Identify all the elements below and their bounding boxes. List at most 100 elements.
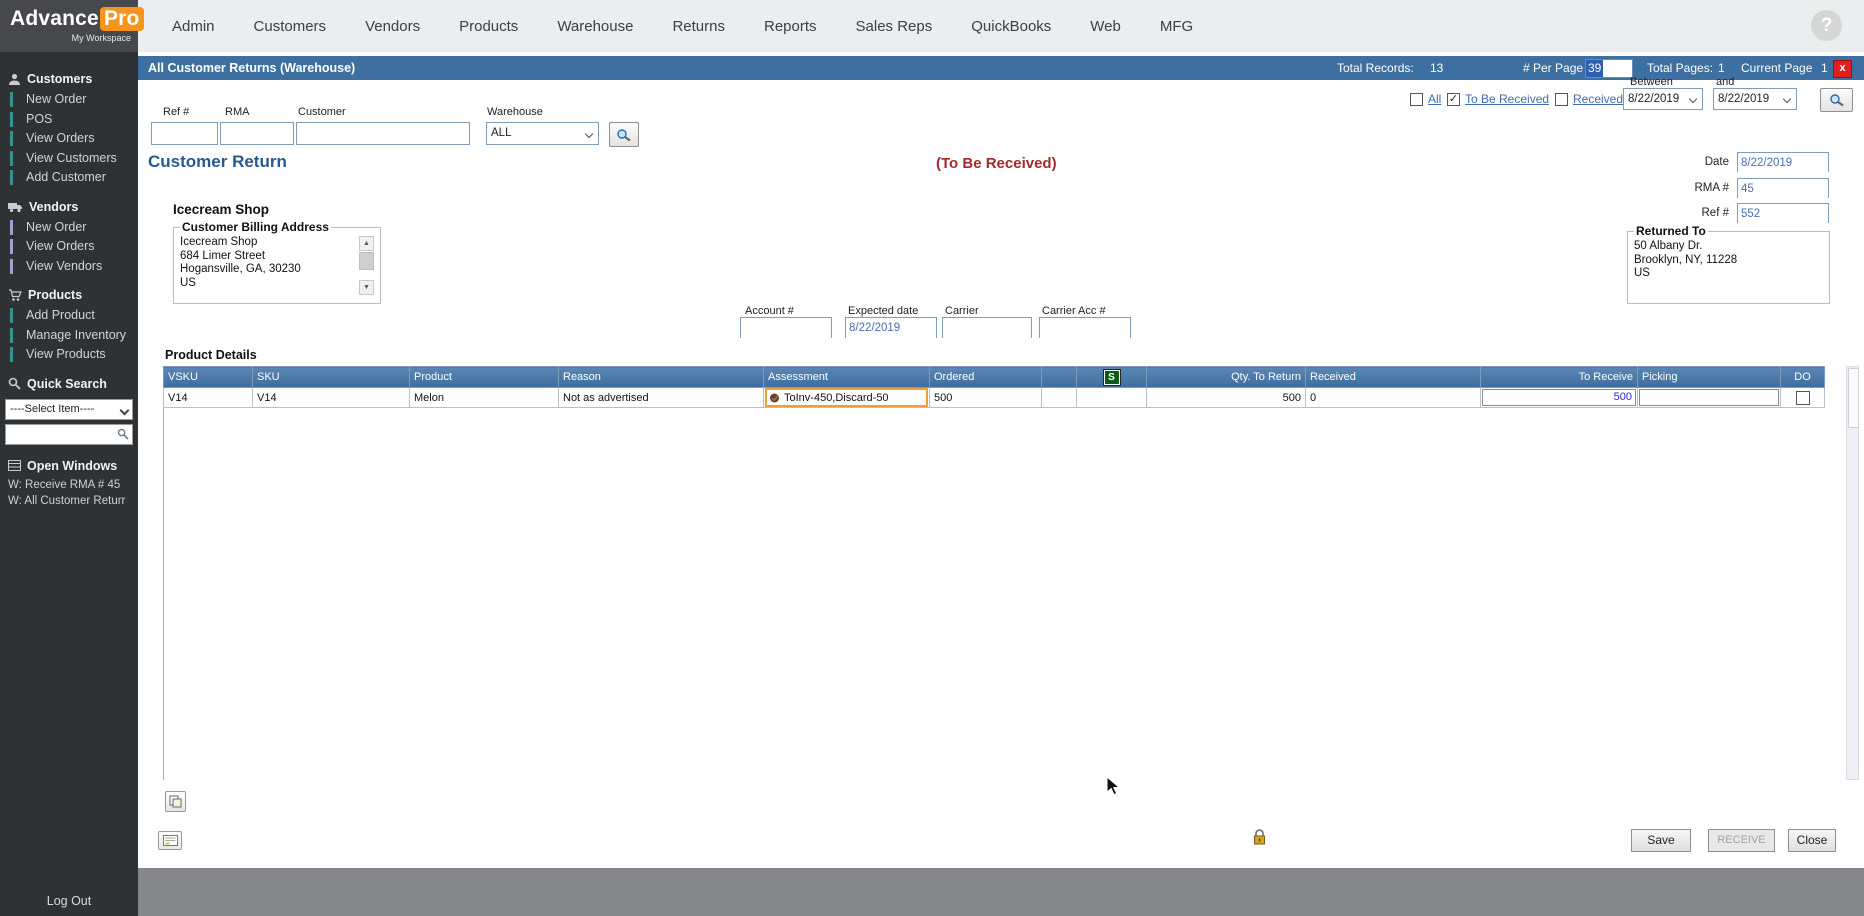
carrier-input[interactable] [943,318,1031,338]
filter-received-checkbox[interactable] [1555,93,1568,106]
cell-do [1780,387,1825,408]
col-product[interactable]: Product [409,366,559,388]
scroll-down-icon[interactable]: ▼ [359,280,374,295]
notes-button[interactable] [158,831,182,850]
sidebar-item-cust-new-order[interactable]: New Order [0,90,138,110]
carrier-acc-label: Carrier Acc # [1042,305,1106,317]
nav-item-reports[interactable]: Reports [764,18,817,35]
date-search-button[interactable] [1820,88,1853,112]
account-box [740,317,832,338]
save-button[interactable]: Save [1631,829,1691,852]
search-icon [617,128,631,141]
expected-date-input[interactable] [846,318,936,338]
to-receive-input[interactable]: 500 [1482,389,1636,406]
date-input[interactable] [1738,154,1828,172]
sidebar-item-vend-view-orders[interactable]: View Orders [0,237,138,257]
col-ordered[interactable]: Ordered [929,366,1042,388]
sidebar-section-products: Products [0,284,138,306]
expected-date-label: Expected date [848,305,919,317]
open-window-all-returns[interactable]: W: All Customer Returr [0,493,138,509]
per-page-label: # Per Page [1523,61,1584,75]
sidebar-item-manage-inventory[interactable]: Manage Inventory [0,326,138,346]
ref-input[interactable] [1738,205,1828,223]
picking-input[interactable] [1639,389,1779,406]
filter-all-checkbox[interactable] [1410,93,1423,106]
col-received[interactable]: Received [1305,366,1481,388]
logout-button[interactable]: Log Out [0,894,138,908]
col-blank [1041,366,1077,388]
quick-search-box [5,423,133,445]
rma-filter-label: RMA [225,106,250,118]
filter-received-label[interactable]: Received [1573,92,1623,106]
sidebar-item-pos[interactable]: POS [0,110,138,130]
nav-item-warehouse[interactable]: Warehouse [557,18,633,35]
col-sku[interactable]: SKU [252,366,410,388]
lock-icon[interactable] [1252,828,1267,851]
nav-item-vendors[interactable]: Vendors [365,18,420,35]
customer-filter-input[interactable] [297,123,469,144]
rma-input[interactable] [1738,180,1828,198]
ref-label: Ref # [1701,207,1730,219]
nav-item-customers[interactable]: Customers [254,18,327,35]
ref-filter-label: Ref # [163,106,190,118]
date-to-dropdown[interactable]: 8/22/2019 [1713,88,1797,110]
sidebar: Customers New Order POS View Orders View… [0,52,138,916]
assessment-icon [770,393,779,402]
nav-item-admin[interactable]: Admin [172,18,215,35]
nav-item-mfg[interactable]: MFG [1160,18,1193,35]
ref-filter-input[interactable] [152,123,217,144]
col-do[interactable]: DO [1780,366,1825,388]
sidebar-section-open-windows: Open Windows [0,455,138,477]
col-picking[interactable]: Picking [1637,366,1781,388]
quick-search-input[interactable] [6,425,132,444]
sidebar-item-add-product[interactable]: Add Product [0,306,138,326]
warehouse-select[interactable]: ALL [486,122,599,145]
receive-button[interactable]: RECEIVE [1708,829,1775,852]
col-to-receive[interactable]: To Receive [1480,366,1638,388]
cell-serial[interactable] [1076,387,1147,408]
nav-item-sales-reps[interactable]: Sales Reps [856,18,933,35]
sidebar-item-vend-new-order[interactable]: New Order [0,218,138,238]
col-reason[interactable]: Reason [558,366,764,388]
sidebar-item-cust-view-orders[interactable]: View Orders [0,129,138,149]
open-window-receive-rma[interactable]: W: Receive RMA # 45 [0,477,138,493]
account-input[interactable] [741,318,831,338]
rma-filter-input[interactable] [221,123,293,144]
per-page-input[interactable]: 39 [1585,59,1633,78]
col-serial[interactable]: S [1076,366,1147,388]
chevron-down-icon [1688,94,1698,104]
filter-search-button[interactable] [609,122,639,147]
nav-item-returns[interactable]: Returns [672,18,725,35]
filter-all-label[interactable]: All [1428,92,1441,106]
sidebar-item-view-products[interactable]: View Products [0,345,138,365]
cell-qty-to-return: 500 [1146,387,1306,408]
search-icon[interactable] [117,428,129,440]
carrier-acc-input[interactable] [1040,318,1130,338]
scroll-thumb[interactable] [359,252,374,270]
filter-to-be-received-label[interactable]: To Be Received [1465,92,1549,106]
serial-icon: S [1102,368,1121,386]
help-icon[interactable]: ? [1811,10,1842,41]
filter-to-be-received-checkbox[interactable]: ✓ [1447,93,1460,106]
nav-item-products[interactable]: Products [459,18,518,35]
sidebar-item-add-customer[interactable]: Add Customer [0,168,138,188]
sidebar-item-view-vendors[interactable]: View Vendors [0,257,138,277]
cell-received: 0 [1305,387,1481,408]
grid-scrollbar[interactable] [1846,366,1859,780]
date-from-dropdown[interactable]: 8/22/2019 [1623,88,1703,110]
scroll-up-icon[interactable]: ▲ [359,236,374,251]
cell-product: Melon [409,387,559,408]
close-window-icon[interactable]: x [1833,60,1852,78]
nav-item-quickbooks[interactable]: QuickBooks [971,18,1051,35]
copy-button[interactable] [165,791,186,812]
close-button[interactable]: Close [1788,829,1836,852]
do-checkbox[interactable] [1795,390,1810,405]
nav-item-web[interactable]: Web [1090,18,1121,35]
assessment-value-box[interactable]: ToInv-450,Discard-50 [765,388,928,407]
main-panel: All Customer Returns (Warehouse) Total R… [138,52,1864,868]
quick-search-select[interactable]: ----Select Item---- [5,398,133,420]
col-vsku[interactable]: VSKU [163,366,253,388]
sidebar-item-view-customers[interactable]: View Customers [0,149,138,169]
col-qty-to-return[interactable]: Qty. To Return [1146,366,1306,388]
col-assessment[interactable]: Assessment [763,366,930,388]
